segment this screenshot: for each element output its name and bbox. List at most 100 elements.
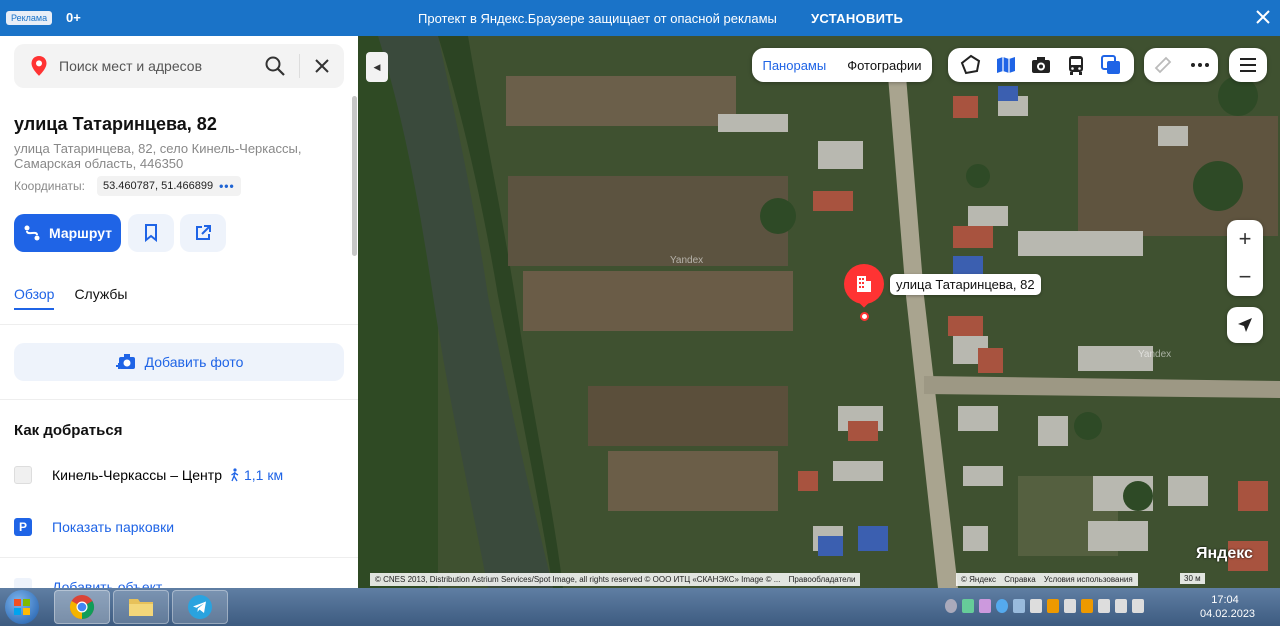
distance-text: 1,1 км — [243, 467, 284, 483]
windows-logo-icon — [14, 599, 30, 615]
photos-button[interactable]: Фотографии — [847, 58, 921, 73]
map-view[interactable]: ◀ Панорамы Фотографии + − Yandex Yandex … — [358, 36, 1280, 588]
help-link[interactable]: Справка — [1004, 575, 1035, 584]
add-object-link[interactable]: Добавить объект — [14, 578, 162, 588]
chrome-tray-icon[interactable] — [996, 599, 1008, 613]
bus-icon[interactable] — [1063, 52, 1089, 78]
ruler-icon[interactable] — [1150, 52, 1176, 78]
ad-text[interactable]: Протект в Яндекс.Браузере защищает от оп… — [418, 11, 777, 26]
transit-distance: 1,1 км — [230, 467, 283, 483]
coords-value[interactable]: 53.460787, 51.466899 ••• — [97, 176, 241, 196]
marker-label[interactable]: улица Татаринцева, 82 — [890, 274, 1041, 295]
start-button[interactable] — [5, 590, 39, 624]
close-icon[interactable] — [312, 56, 332, 76]
map-watermark: Yandex — [1138, 349, 1172, 360]
satellite-imagery — [358, 36, 1280, 588]
divider — [0, 324, 358, 325]
map-tools — [948, 48, 1134, 82]
rights-holders-link[interactable]: Правообладатели — [789, 575, 856, 584]
ad-banner: Реклама 0+ Протект в Яндекс.Браузере защ… — [0, 0, 1280, 36]
taskbar-chrome[interactable] — [54, 590, 110, 624]
walking-icon — [231, 468, 239, 482]
zoom-out-button[interactable]: − — [1227, 258, 1263, 296]
tab-overview[interactable]: Обзор — [14, 286, 54, 302]
map-watermark: Yandex — [670, 255, 704, 266]
add-photo-button[interactable]: Добавить фото — [14, 343, 344, 381]
search-input[interactable]: Поиск мест и адресов — [59, 58, 202, 74]
more-icon[interactable] — [1187, 52, 1213, 78]
drive-icon[interactable] — [962, 599, 974, 613]
transit-stop-row[interactable]: Кинель-Черкассы – Центр 1,1 км — [14, 466, 283, 484]
terms-link[interactable]: Условия использования — [1044, 575, 1133, 584]
system-tray — [945, 599, 1144, 613]
ad-install-button[interactable]: УСТАНОВИТЬ — [811, 11, 903, 26]
extra-tools — [1144, 48, 1218, 82]
camera-icon[interactable] — [1028, 52, 1054, 78]
share-button[interactable] — [180, 214, 226, 252]
camera-plus-icon — [115, 354, 135, 369]
building-icon — [857, 276, 871, 292]
add-object-icon — [14, 578, 32, 588]
tray-app-icon[interactable] — [1047, 599, 1059, 613]
tray-app-icon[interactable] — [979, 599, 991, 613]
search-icon[interactable] — [264, 55, 286, 77]
hamburger-icon — [1240, 58, 1256, 72]
add-photo-label: Добавить фото — [144, 354, 244, 370]
skype-icon[interactable] — [945, 599, 957, 613]
search-divider — [299, 54, 300, 78]
telegram-tray-icon[interactable] — [1013, 599, 1025, 613]
locate-me-button[interactable] — [1227, 307, 1263, 343]
ad-badge: Реклама — [6, 11, 53, 25]
parking-icon: P — [14, 518, 32, 536]
map-footer-links: © Яндекс Справка Условия использования — [956, 573, 1138, 586]
place-title: улица Татаринцева, 82 — [14, 114, 217, 134]
route-icon — [24, 225, 40, 241]
bluetooth-icon[interactable] — [1132, 599, 1144, 613]
chrome-icon — [69, 595, 95, 619]
tab-underline — [14, 308, 54, 310]
transit-stop-name: Кинель-Черкассы – Центр — [52, 467, 222, 483]
sound-icon[interactable] — [1064, 599, 1076, 613]
tray-app-icon[interactable] — [1081, 599, 1093, 613]
show-parking-label: Показать парковки — [52, 519, 175, 535]
coords-text: 53.460787, 51.466899 — [103, 180, 214, 192]
zoom-in-button[interactable]: + — [1227, 220, 1263, 258]
layers-icon[interactable] — [1098, 52, 1124, 78]
more-icon[interactable]: ••• — [219, 179, 235, 193]
building-marker[interactable] — [844, 264, 884, 304]
clock[interactable]: 17:04 04.02.2023 — [1200, 593, 1255, 621]
windows-taskbar: 17:04 04.02.2023 — [0, 588, 1280, 626]
place-address: улица Татаринцева, 82, село Кинель-Черка… — [14, 141, 302, 171]
add-object-label: Добавить объект — [52, 579, 163, 588]
map-type-icon[interactable] — [958, 52, 984, 78]
network-icon[interactable] — [1098, 599, 1110, 613]
collapse-panel-button[interactable]: ◀ — [366, 52, 388, 82]
coords-label: Координаты: — [14, 179, 85, 193]
bookmark-button[interactable] — [128, 214, 174, 252]
taskbar-telegram[interactable] — [172, 590, 228, 624]
panel-scrollbar[interactable] — [352, 96, 357, 256]
route-button[interactable]: Маршрут — [14, 214, 121, 252]
navigation-arrow-icon — [1238, 318, 1252, 332]
volume-icon[interactable] — [1030, 599, 1042, 613]
search-box[interactable]: Поиск мест и адресов — [14, 44, 344, 88]
divider — [0, 399, 358, 400]
place-tabs: Обзор Службы — [14, 286, 127, 302]
show-parking-link[interactable]: P Показать парковки — [14, 518, 174, 536]
panoramas-button[interactable]: Панорамы — [762, 58, 826, 73]
map-copyright: © CNES 2013, Distribution Astrium Servic… — [370, 573, 861, 586]
route-label: Маршрут — [48, 225, 113, 241]
ad-age-rating: 0+ — [66, 10, 81, 25]
traffic-map-icon[interactable] — [993, 52, 1019, 78]
clock-time: 17:04 — [1211, 594, 1239, 606]
bookmark-icon — [145, 224, 157, 242]
place-panel: Поиск мест и адресов улица Татаринцева, … — [0, 36, 358, 588]
menu-button[interactable] — [1229, 48, 1267, 82]
share-icon — [196, 225, 211, 240]
map-scale: 30 м — [1180, 573, 1205, 584]
how-to-get-heading: Как добраться — [14, 422, 123, 439]
taskbar-explorer[interactable] — [113, 590, 169, 624]
close-icon[interactable] — [1254, 8, 1272, 26]
tab-services[interactable]: Службы — [74, 286, 127, 302]
flag-icon[interactable] — [1115, 599, 1127, 613]
